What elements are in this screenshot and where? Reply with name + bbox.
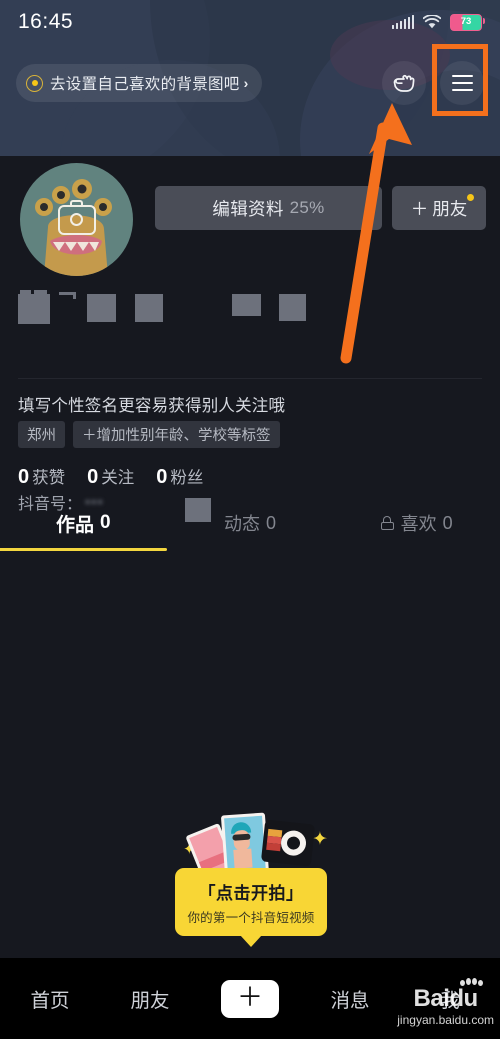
stat-followers-label: 粉丝 — [170, 469, 204, 487]
nav-messages[interactable]: 消息 — [300, 984, 400, 1013]
nav-create[interactable]: ＋ — [200, 979, 300, 1018]
status-time: 16:45 — [18, 10, 74, 33]
add-friend-button[interactable]: ＋ 朋友 — [392, 186, 486, 230]
nav-friends[interactable]: 朋友 — [100, 984, 200, 1013]
portrait-icon — [229, 821, 254, 869]
cta-subtitle: 你的第一个抖音短视频 — [187, 910, 315, 925]
username-redacted — [18, 290, 306, 324]
tag-add-attributes[interactable]: ＋增加性别年龄、学校等标签 — [73, 421, 280, 448]
tab-dynamic-label: 动态 — [224, 514, 260, 534]
avatar-camera-icon — [57, 199, 96, 235]
stat-followers-value: 0 — [156, 466, 168, 488]
paw-icon — [460, 978, 484, 991]
set-background-chip[interactable]: 去设置自己喜欢的背景图吧 › — [16, 64, 263, 102]
stat-followers[interactable]: 0 粉丝 — [156, 464, 203, 489]
stats-row: 0 获赞 0 关注 0 粉丝 — [18, 464, 203, 489]
stat-following[interactable]: 0 关注 — [87, 464, 134, 489]
tab-works-count: 0 — [100, 512, 111, 533]
redaction-block — [279, 294, 306, 321]
tag-row: 郑州 ＋增加性别年龄、学校等标签 — [18, 421, 280, 448]
plus-icon: ＋ — [236, 981, 263, 1012]
add-friend-label: 朋友 — [432, 198, 468, 219]
edit-profile-percent: 25% — [289, 198, 325, 217]
tab-likes-count: 0 — [442, 512, 453, 533]
set-background-label: 去设置自己喜欢的背景图吧 — [50, 76, 240, 93]
sparkle-icon: ✦ — [312, 829, 328, 850]
tab-dynamic-count: 0 — [266, 512, 277, 533]
camera-icon — [260, 819, 316, 867]
status-bar: 16:45 73 — [0, 0, 500, 44]
profile-actions: 编辑资料 25% ＋ 朋友 — [155, 186, 486, 230]
yellow-dot-icon — [26, 74, 43, 92]
stat-following-value: 0 — [87, 466, 99, 488]
cta-title: 「点击开拍」 — [198, 883, 304, 903]
signature-placeholder[interactable]: 填写个性签名更容易获得别人关注哦 — [18, 392, 285, 416]
cellular-signal-icon — [391, 15, 414, 29]
baidu-watermark: Baidu jingyan.baidu.com — [397, 978, 494, 1027]
baidu-watermark-brand: Baidu — [397, 978, 494, 1011]
banner-action-row: 去设置自己喜欢的背景图吧 › — [0, 52, 500, 114]
cta-bubble[interactable]: 「点击开拍」 你的第一个抖音短视频 — [175, 868, 327, 936]
lock-icon — [380, 516, 394, 530]
notification-badge-dot — [467, 194, 474, 201]
stat-likes-value: 0 — [18, 466, 30, 488]
redaction-block — [87, 294, 116, 322]
annotation-highlight-box — [432, 44, 488, 116]
profile-tabs: 作品 0 动态 0 喜欢 0 — [0, 495, 500, 551]
wifi-icon — [422, 14, 442, 29]
nav-home[interactable]: 首页 — [0, 984, 100, 1013]
avatar[interactable] — [20, 163, 133, 276]
edit-profile-label: 编辑资料 — [212, 198, 284, 219]
photo-cards-camera-icon: ✦ ✦ — [181, 808, 328, 881]
stat-likes-label: 获赞 — [32, 469, 66, 487]
stat-following-label: 关注 — [101, 469, 135, 487]
tab-works[interactable]: 作品 0 — [0, 495, 168, 551]
pointing-hand-icon[interactable] — [382, 61, 426, 105]
tab-likes[interactable]: 喜欢 0 — [333, 495, 500, 551]
status-icons: 73 — [391, 13, 485, 31]
redaction-block — [232, 294, 261, 316]
phone-screen: 16:45 73 去设置自己喜欢的背景图吧 › 编辑资料 25% ＋ 朋友 抖音… — [0, 0, 500, 1039]
cta-pointer — [240, 935, 262, 947]
tag-city[interactable]: 郑州 — [18, 421, 65, 448]
battery-icon: 73 — [450, 13, 485, 31]
plus-icon: ＋ — [410, 198, 429, 219]
baidu-watermark-url: jingyan.baidu.com — [397, 1013, 494, 1027]
redaction-block — [59, 292, 81, 322]
edit-profile-button[interactable]: 编辑资料 25% — [155, 186, 382, 230]
create-video-button[interactable]: ＋ — [216, 979, 282, 1018]
stat-likes[interactable]: 0 获赞 — [18, 464, 65, 489]
chevron-right-icon: › — [243, 75, 249, 91]
tab-works-label: 作品 — [56, 514, 95, 536]
battery-level: 73 — [460, 16, 472, 27]
tab-likes-label: 喜欢 — [400, 514, 437, 534]
tab-dynamic[interactable]: 动态 0 — [167, 495, 334, 551]
divider — [18, 378, 482, 379]
redaction-block — [135, 294, 163, 322]
redaction-block — [18, 290, 50, 324]
avatar-image — [20, 163, 133, 276]
